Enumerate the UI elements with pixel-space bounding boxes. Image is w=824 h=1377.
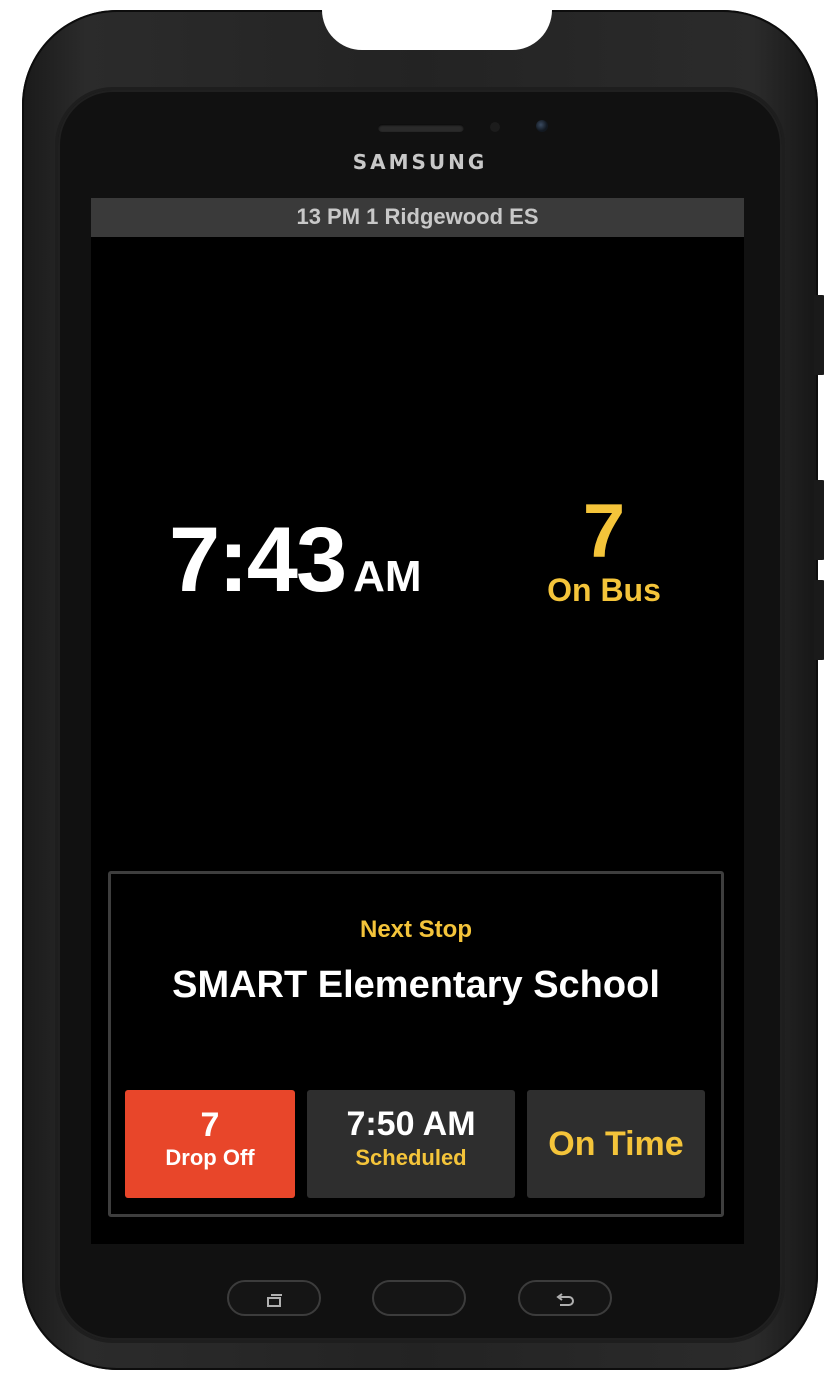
next-stop-panel: Next Stop SMART Elementary School 7 Drop… bbox=[108, 871, 724, 1217]
volume-down-button bbox=[814, 580, 824, 660]
drop-off-label: Drop Off bbox=[165, 1145, 255, 1170]
light-sensor bbox=[490, 122, 500, 132]
recent-apps-button[interactable] bbox=[227, 1280, 321, 1316]
scheduled-time-tile: 7:50 AM Scheduled bbox=[307, 1090, 515, 1198]
recent-apps-icon bbox=[267, 1293, 282, 1307]
current-time: 7:43 AM bbox=[169, 508, 422, 613]
bumper-notch bbox=[322, 10, 552, 50]
home-button[interactable] bbox=[372, 1280, 466, 1316]
route-header: 13 PM 1 Ridgewood ES bbox=[91, 198, 744, 237]
app-screen: 13 PM 1 Ridgewood ES 7:43 AM 7 On Bus Nex… bbox=[91, 198, 744, 1244]
on-bus-count: 7 bbox=[582, 489, 626, 574]
back-button[interactable] bbox=[518, 1280, 612, 1316]
clock-ampm: AM bbox=[353, 552, 422, 601]
brand-logo: SAMSUNG bbox=[352, 150, 488, 174]
next-stop-name: SMART Elementary School bbox=[172, 964, 660, 1006]
clock-time: 7:43 bbox=[169, 509, 347, 611]
scheduled-label: Scheduled bbox=[355, 1145, 467, 1170]
volume-up-button bbox=[814, 480, 824, 560]
on-bus-counter: 7 On Bus bbox=[521, 489, 687, 609]
on-time-status: On Time bbox=[527, 1090, 705, 1198]
scheduled-time: 7:50 AM bbox=[346, 1105, 476, 1143]
back-icon bbox=[556, 1292, 574, 1306]
next-stop-label: Next Stop bbox=[359, 916, 472, 943]
drop-off-button[interactable]: 7 Drop Off bbox=[125, 1090, 295, 1198]
earpiece-speaker bbox=[378, 124, 464, 132]
on-bus-label: On Bus bbox=[547, 572, 661, 608]
front-camera bbox=[536, 120, 548, 132]
drop-off-count: 7 bbox=[200, 1106, 220, 1144]
power-button bbox=[814, 295, 824, 375]
